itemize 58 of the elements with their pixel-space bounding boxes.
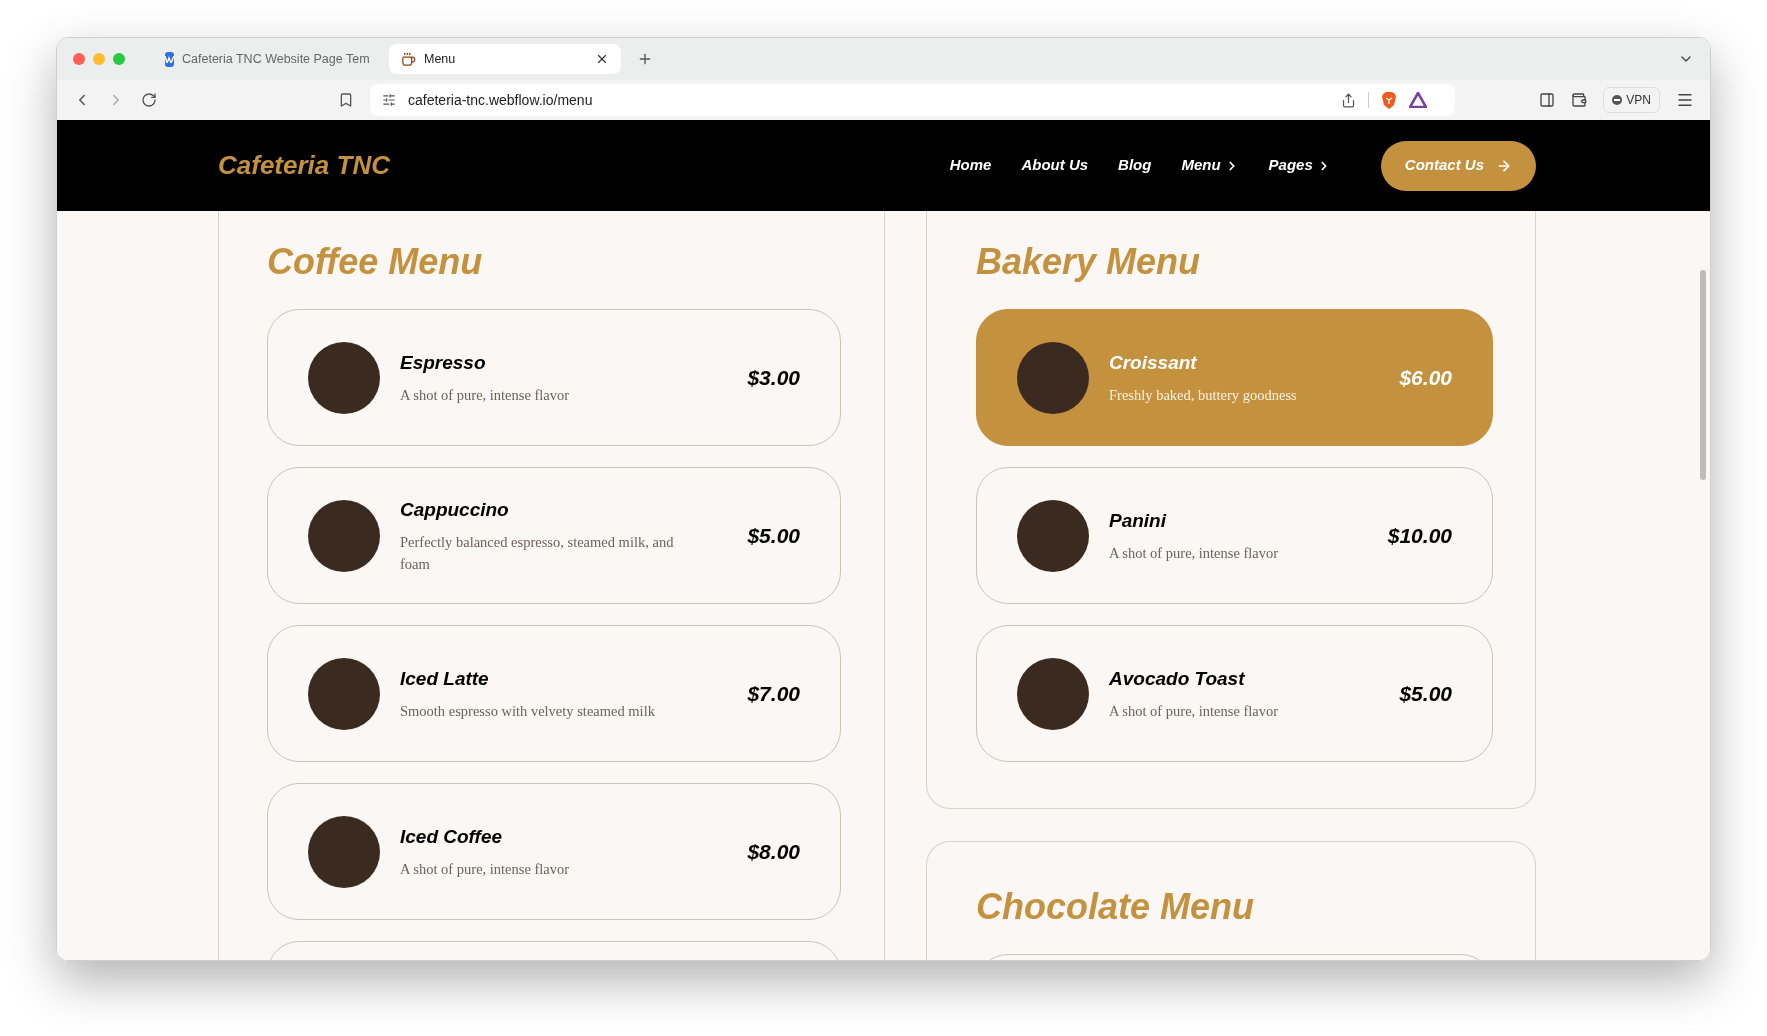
menu-item-card[interactable]: Avocado Toast A shot of pure, intense flavor $5.00 [976,625,1493,762]
item-name: Croissant [1109,351,1198,376]
item-name: Iced Latte [400,667,490,692]
item-name: Panini [1109,509,1168,534]
lion-shield-icon[interactable] [1381,91,1397,109]
menu-icon[interactable] [1676,91,1694,109]
item-description: A shot of pure, intense flavor [400,859,571,879]
item-name: Iced Coffee [400,825,504,850]
browser-tab[interactable]: Menu [389,44,621,74]
site-settings-icon[interactable] [382,93,396,107]
address-bar[interactable]: cafeteria-tnc.webflow.io/menu [370,84,1455,116]
nav-link[interactable]: Menu [1181,154,1239,177]
reload-icon[interactable] [141,92,157,108]
nav-link[interactable]: Blog [1118,154,1152,177]
item-description: Smooth espresso with velvety steamed milk [400,701,656,721]
item-name: Cappuccino [400,498,510,523]
item-name: Avocado Toast [1109,667,1246,692]
coffee-cup-icon [401,51,416,67]
site-logo[interactable]: Cafeteria TNC [218,146,390,185]
tab-title: Cafeteria TNC Website Page Tem [182,50,370,68]
item-description: A shot of pure, intense flavor [1109,701,1280,721]
section-heading: Bakery Menu [976,240,1202,284]
item-price: $7.00 [747,680,800,707]
item-price: $3.00 [747,364,800,391]
item-description: A shot of pure, intense flavor [1109,543,1280,563]
nav-link[interactable]: Pages [1268,154,1331,177]
menu-item-card[interactable]: Iced Coffee A shot of pure, intense flavor $8.00 [267,783,841,920]
menu-item-card[interactable]: Panini A shot of pure, intense flavor $10.00 [976,467,1493,604]
bookmark-icon[interactable] [338,92,354,108]
item-description: Perfectly balanced espresso, steamed milk, and foam [400,532,675,574]
item-description: A shot of pure, intense flavor [400,385,571,405]
vpn-button[interactable]: VPN [1603,87,1660,113]
item-price: $10.00 [1387,522,1452,549]
sidebar-icon[interactable] [1539,92,1556,108]
item-price: $5.00 [747,522,800,549]
share-icon[interactable] [1341,92,1356,108]
item-price: $8.00 [747,838,800,865]
tab-title: Menu [424,50,457,68]
scrollbar-thumb[interactable] [1700,270,1706,480]
nav-link[interactable]: Home [949,154,992,177]
menu-item-card[interactable]: Iced Latte Smooth espresso with velvety steamed milk $7.00 [267,625,841,762]
triangle-icon[interactable] [1409,92,1427,108]
site-logo-icon [165,51,174,67]
menu-item-card[interactable]: Espresso A shot of pure, intense flavor $3.00 [267,309,841,446]
item-price: $6.00 [1399,364,1452,391]
close-window-icon[interactable] [73,53,85,65]
wallet-icon[interactable] [1571,92,1588,108]
menu-item-card[interactable]: Cappuccino Perfectly balanced espresso, steamed milk, and foam $5.00 [267,467,841,604]
item-price: $5.00 [1399,680,1452,707]
section-heading: Coffee Menu [267,240,484,284]
browser-tab[interactable]: Cafeteria TNC Website Page Tem [153,44,381,74]
item-name: Espresso [400,351,487,376]
item-description: Freshly baked, buttery goodness [1109,385,1298,405]
nav-link[interactable]: About Us [1021,154,1089,177]
section-heading: Chocolate Menu [976,885,1255,929]
url-text: cafeteria-tnc.webflow.io/menu [408,90,594,110]
new-tab-icon[interactable] [637,51,653,67]
close-icon[interactable] [595,52,609,66]
